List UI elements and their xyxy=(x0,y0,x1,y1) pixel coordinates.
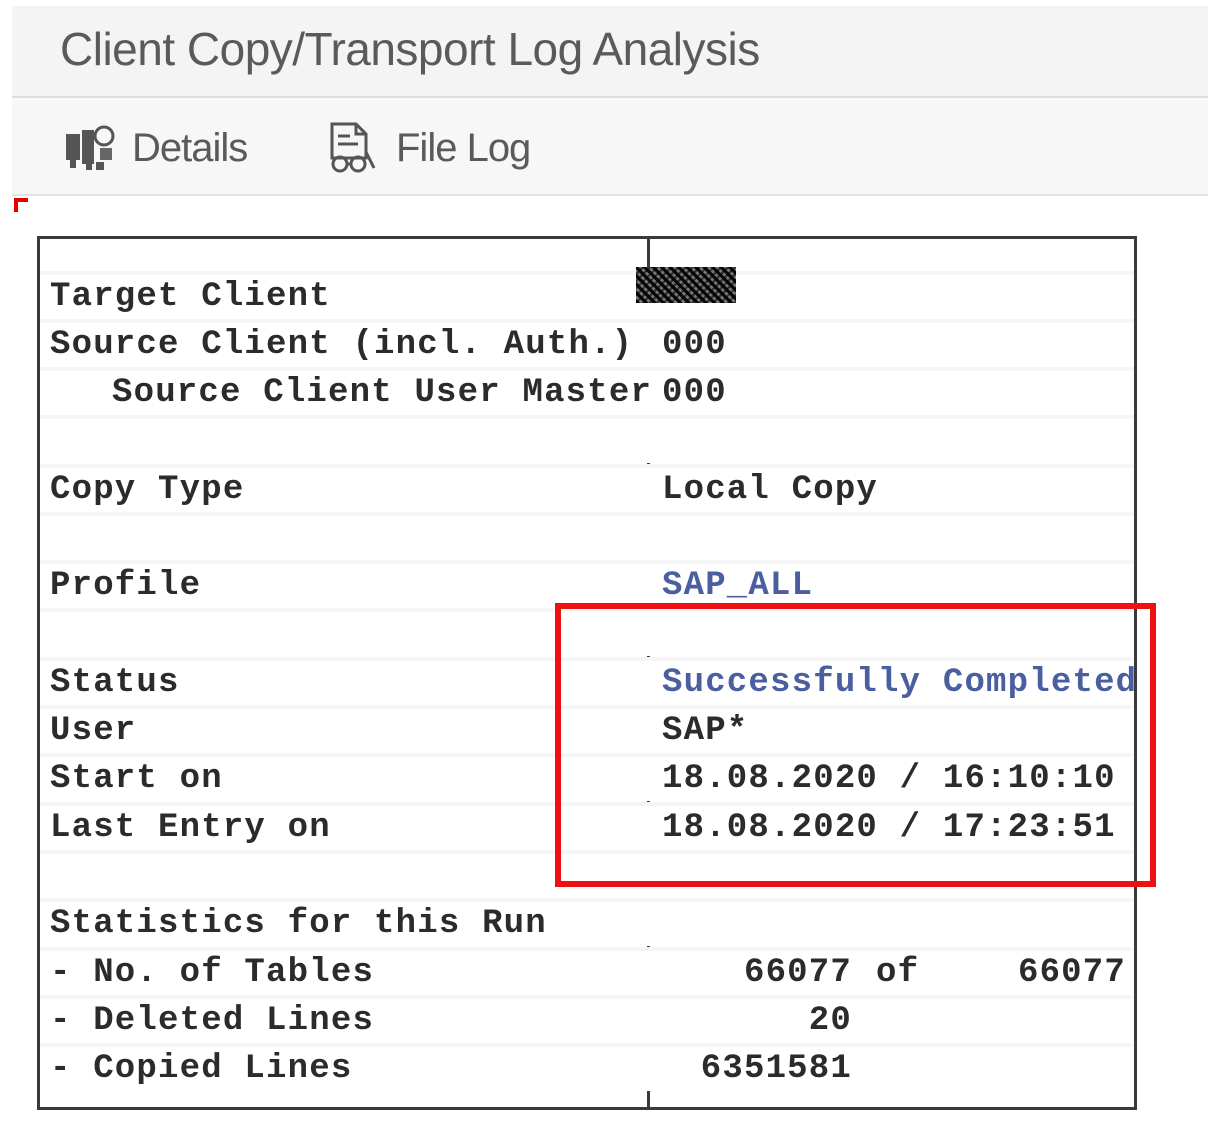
row-no-of-tables: - No. of Tables 66077 of 66077 xyxy=(40,947,1134,995)
selection-corner-marker xyxy=(14,198,28,212)
details-label: Details xyxy=(132,125,248,170)
no-of-tables-of: of xyxy=(876,954,920,992)
user-label: User xyxy=(50,712,137,750)
row-user: User SAP* xyxy=(40,705,1134,753)
profile-value-link[interactable]: SAP_ALL xyxy=(662,564,813,608)
start-on-label: Start on xyxy=(50,760,223,798)
last-entry-on-value: 18.08.2020 / 17:23:51 xyxy=(662,809,1116,847)
target-client-label: Target Client xyxy=(50,278,331,316)
source-user-master-label: Source Client User Master xyxy=(112,374,653,412)
row-start-on: Start on 18.08.2020 / 16:10:10 xyxy=(40,753,1134,801)
last-entry-on-label: Last Entry on xyxy=(50,809,331,847)
row-statistics-heading: Statistics for this Run xyxy=(40,898,1134,946)
user-value: SAP* xyxy=(662,712,749,750)
row-profile: Profile SAP_ALL xyxy=(40,560,1134,608)
file-log-button[interactable]: File Log xyxy=(326,122,531,174)
status-value-link[interactable]: Successfully Completed xyxy=(662,661,1137,705)
no-of-tables-value: 66077 xyxy=(743,954,852,992)
source-user-master-value: 000 xyxy=(662,374,727,412)
log-analysis-screen: Client Copy/Transport Log Analysis Detai… xyxy=(0,0,1208,1133)
file-log-icon xyxy=(330,122,376,173)
page-title: Client Copy/Transport Log Analysis xyxy=(60,23,760,75)
blank-row xyxy=(40,850,1134,898)
details-icon xyxy=(66,125,115,170)
file-log-label: File Log xyxy=(396,125,531,170)
blank-row xyxy=(40,512,1134,560)
source-client-value: 000 xyxy=(662,326,727,364)
start-on-value: 18.08.2020 / 16:10:10 xyxy=(662,760,1116,798)
row-last-entry-on: Last Entry on 18.08.2020 / 17:23:51 xyxy=(40,802,1134,850)
status-label: Status xyxy=(50,664,180,702)
copied-lines-value: 6351581 xyxy=(700,1050,852,1088)
statistics-heading: Statistics for this Run xyxy=(50,905,547,943)
row-status: Status Successfully Completed xyxy=(40,657,1137,705)
copied-lines-label: - Copied Lines xyxy=(50,1050,353,1088)
row-source-user-master: Source Client User Master 000 xyxy=(40,367,1134,415)
log-summary-table: Target Client Source Client (incl. Auth.… xyxy=(37,236,1137,1110)
blank-row xyxy=(40,608,1134,656)
blank-row xyxy=(40,415,1134,463)
redacted-target-client-value xyxy=(636,267,736,303)
no-of-tables-label: - No. of Tables xyxy=(50,954,375,992)
deleted-lines-label: - Deleted Lines xyxy=(50,1002,375,1040)
row-deleted-lines: - Deleted Lines 20 xyxy=(40,995,1134,1043)
row-source-client: Source Client (incl. Auth.) 000 xyxy=(40,319,1134,367)
details-button[interactable]: Details xyxy=(62,122,248,174)
deleted-lines-value: 20 xyxy=(808,1002,852,1040)
copy-type-value: Local Copy xyxy=(662,471,879,509)
source-client-label: Source Client (incl. Auth.) xyxy=(50,326,634,364)
profile-label: Profile xyxy=(50,567,202,605)
no-of-tables-total: 66077 xyxy=(1017,954,1126,992)
copy-type-label: Copy Type xyxy=(50,471,245,509)
title-bar: Client Copy/Transport Log Analysis xyxy=(12,6,1208,98)
row-copy-type: Copy Type Local Copy xyxy=(40,464,1134,512)
application-toolbar: Details File Log xyxy=(12,98,1208,196)
row-copied-lines: - Copied Lines 6351581 xyxy=(40,1043,1134,1091)
row-target-client: Target Client xyxy=(40,271,1134,319)
